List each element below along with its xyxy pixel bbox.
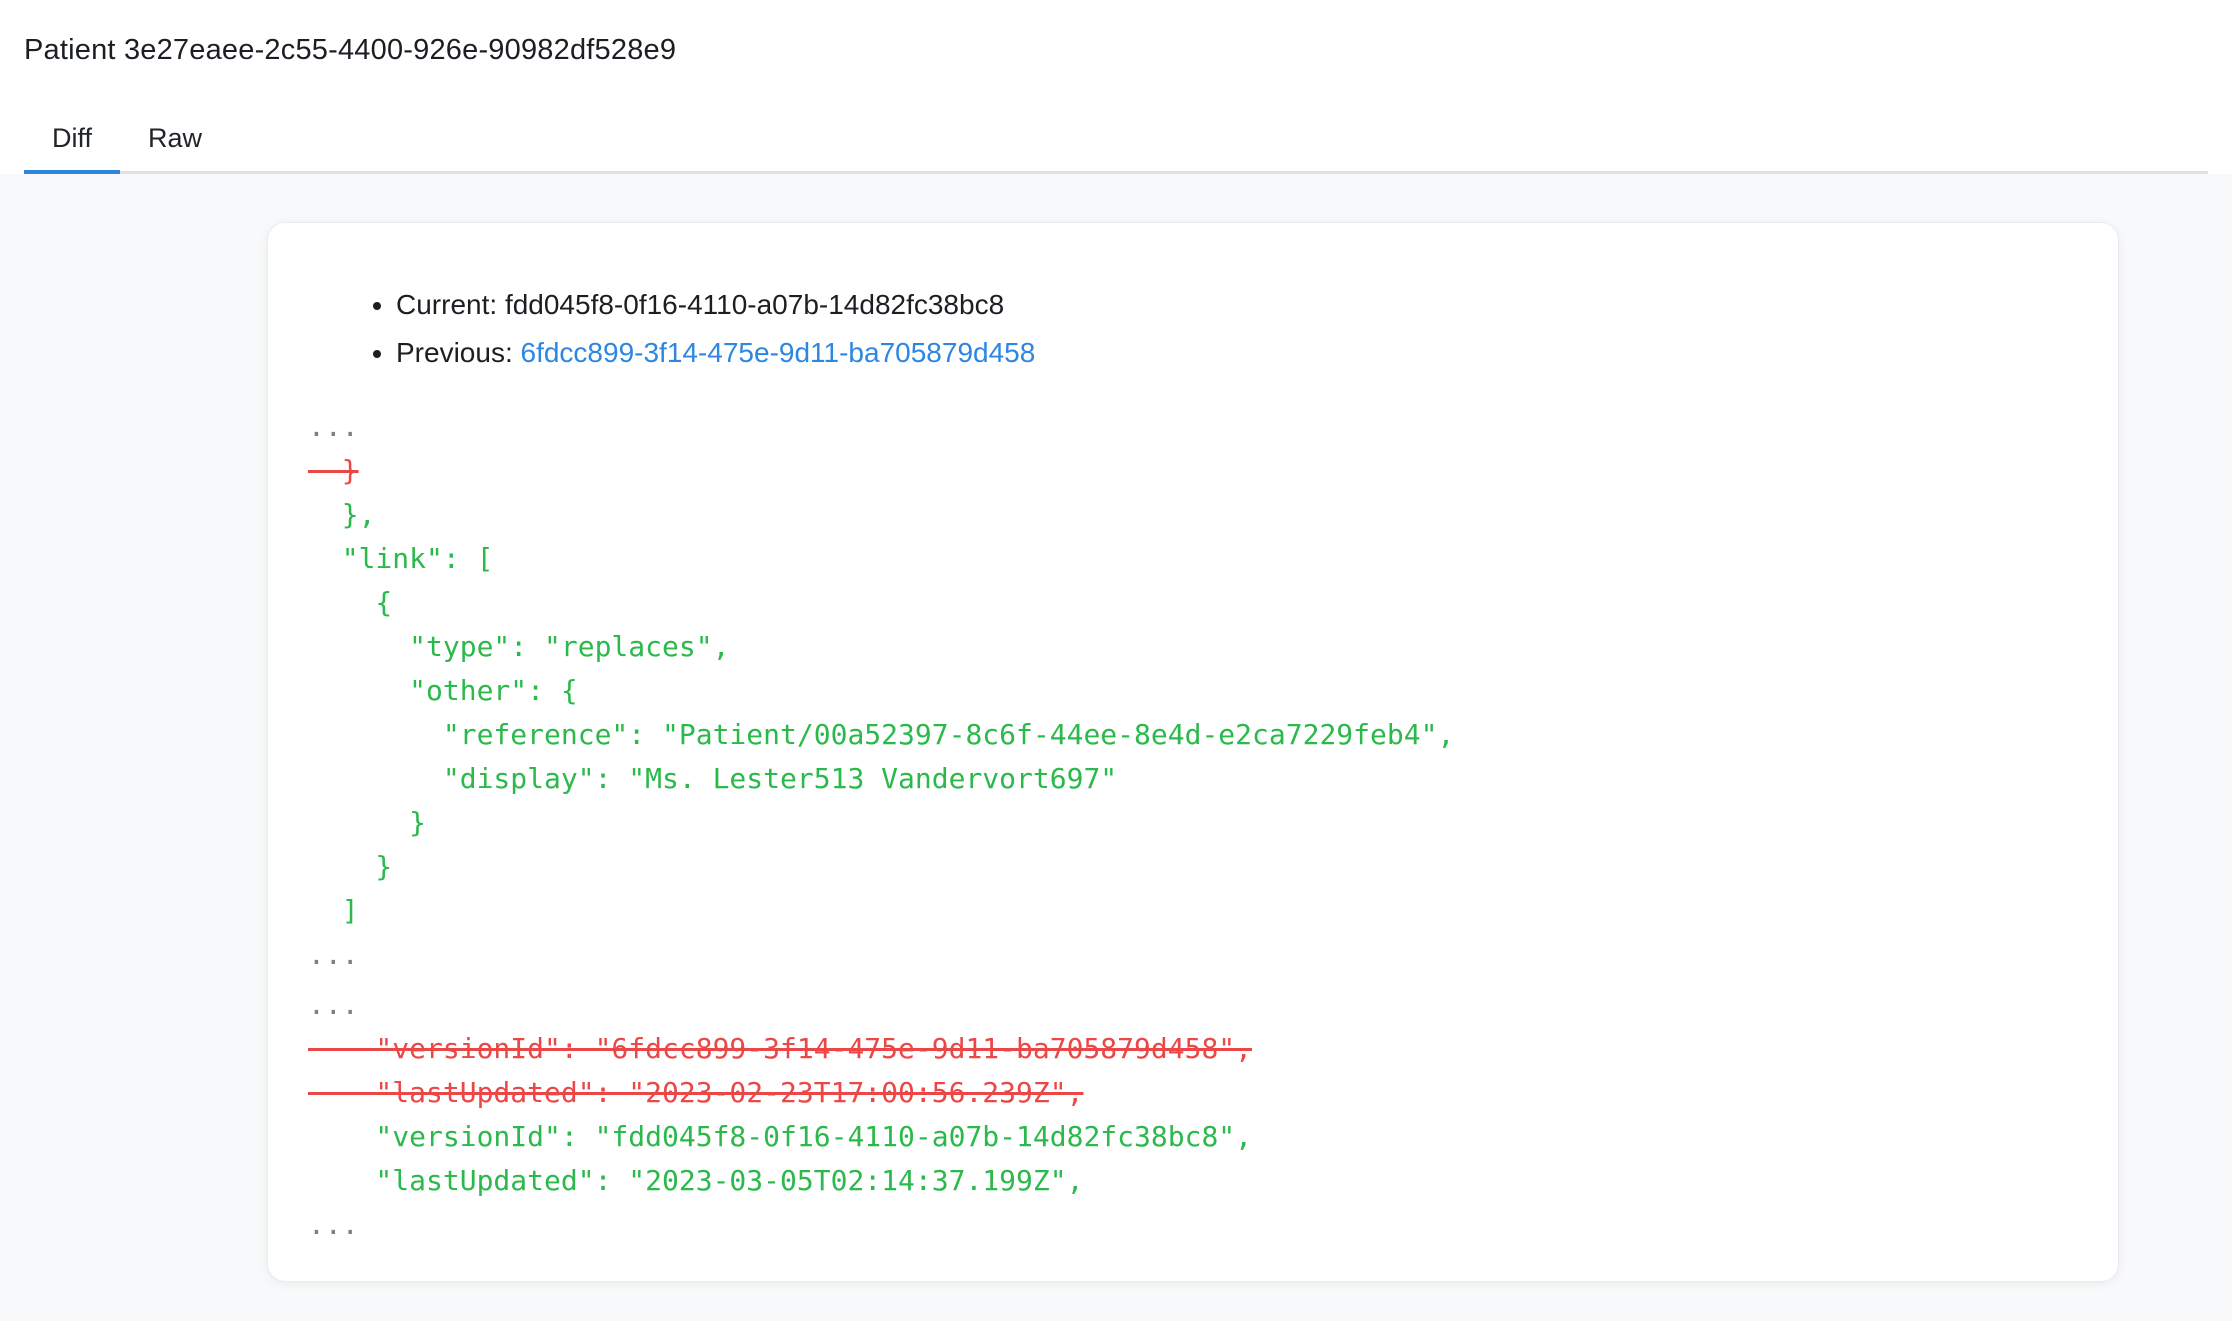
content-card: Current: fdd045f8-0f16-4110-a07b-14d82fc… <box>267 222 2119 1282</box>
current-version-value: fdd045f8-0f16-4110-a07b-14d82fc38bc8 <box>505 289 1004 320</box>
diff-section: ... "versionId": "6fdcc899-3f14-475e-9d1… <box>308 983 2078 1247</box>
diff-added-line: "type": "replaces", <box>308 625 2078 669</box>
page-title: Patient 3e27eaee-2c55-4400-926e-90982df5… <box>24 34 2208 67</box>
previous-version-label: Previous: <box>396 337 521 368</box>
diff-removed-line: } <box>308 449 2078 493</box>
diff-ellipsis: ... <box>308 983 2078 1027</box>
version-list: Current: fdd045f8-0f16-4110-a07b-14d82fc… <box>308 281 2078 377</box>
diff-viewer: ... } }, "link": [ { "type": "replaces",… <box>308 405 2078 1247</box>
diff-removed-line: "lastUpdated": "2023-02-23T17:00:56.239Z… <box>308 1071 2078 1115</box>
diff-added-line: } <box>308 801 2078 845</box>
diff-added-line: { <box>308 581 2078 625</box>
tab-diff[interactable]: Diff <box>24 109 120 174</box>
version-item-current: Current: fdd045f8-0f16-4110-a07b-14d82fc… <box>396 281 2078 329</box>
diff-removed-line: "versionId": "6fdcc899-3f14-475e-9d11-ba… <box>308 1027 2078 1071</box>
diff-section: ... } }, "link": [ { "type": "replaces",… <box>308 405 2078 977</box>
diff-added-line: ] <box>308 889 2078 933</box>
diff-ellipsis: ... <box>308 933 2078 977</box>
diff-added-line: "reference": "Patient/00a52397-8c6f-44ee… <box>308 713 2078 757</box>
diff-added-line: "display": "Ms. Lester513 Vandervort697" <box>308 757 2078 801</box>
version-item-previous: Previous: 6fdcc899-3f14-475e-9d11-ba7058… <box>396 329 2078 377</box>
tabs-bar: Diff Raw <box>24 109 2208 174</box>
diff-added-line: "lastUpdated": "2023-03-05T02:14:37.199Z… <box>308 1159 2078 1203</box>
diff-ellipsis: ... <box>308 1203 2078 1247</box>
tab-raw[interactable]: Raw <box>120 109 230 174</box>
diff-added-line: "link": [ <box>308 537 2078 581</box>
diff-added-line: "other": { <box>308 669 2078 713</box>
diff-added-line: } <box>308 845 2078 889</box>
page-header: Patient 3e27eaee-2c55-4400-926e-90982df5… <box>0 0 2232 174</box>
current-version-label: Current: <box>396 289 505 320</box>
diff-ellipsis: ... <box>308 405 2078 449</box>
diff-added-line: "versionId": "fdd045f8-0f16-4110-a07b-14… <box>308 1115 2078 1159</box>
diff-added-line: }, <box>308 493 2078 537</box>
previous-version-link[interactable]: 6fdcc899-3f14-475e-9d11-ba705879d458 <box>521 337 1036 368</box>
content-area: Current: fdd045f8-0f16-4110-a07b-14d82fc… <box>0 174 2232 1321</box>
